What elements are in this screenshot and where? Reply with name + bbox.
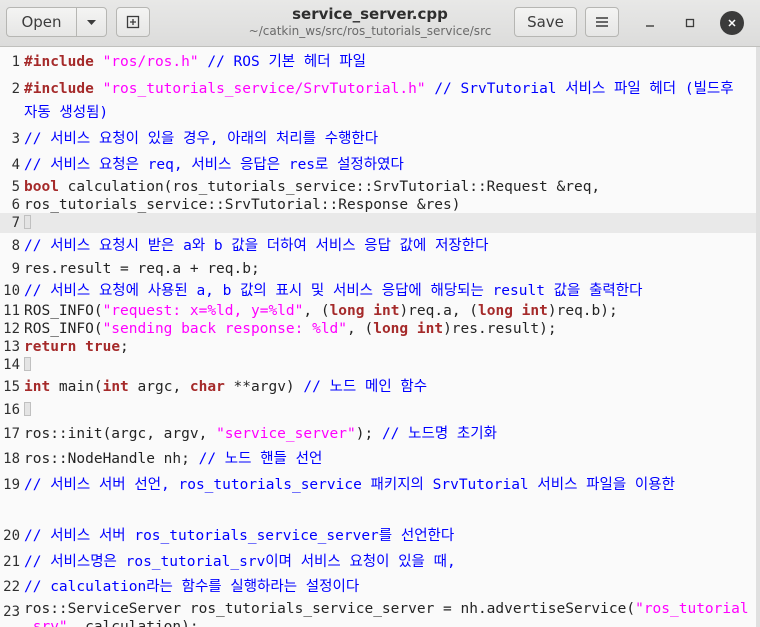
code-line[interactable]: 2 #include "ros_tutorials_service/SrvTuto… <box>0 77 756 125</box>
code-text <box>24 400 750 420</box>
minimize-icon <box>646 25 654 27</box>
close-button[interactable] <box>720 11 744 35</box>
code-line[interactable]: 20// 서비스 서버 ros_tutorials_service_server… <box>0 524 756 548</box>
line-number: 19 <box>3 477 20 493</box>
line-number: 8 <box>11 238 20 254</box>
line-number: 5 <box>11 179 20 195</box>
minimize-button[interactable] <box>638 11 662 35</box>
code-line[interactable]: 8// 서비스 요청시 받은 a와 b 값을 더하여 서비스 응답 값에 저장한… <box>0 234 756 258</box>
close-icon <box>728 19 736 27</box>
maximize-icon <box>685 18 695 28</box>
hamburger-menu-icon <box>596 17 608 27</box>
vertical-scrollbar[interactable] <box>756 47 760 627</box>
window-title: service_server.cpp ~/catkin_ws/src/ros_t… <box>200 5 540 39</box>
maximize-button[interactable] <box>678 11 702 35</box>
save-button-label: Save <box>527 13 564 31</box>
bracket-match-highlight <box>24 402 31 416</box>
code-text: #include "ros/ros.h" // ROS 기본 헤더 파일 <box>24 54 366 70</box>
line-number: 2 <box>11 81 20 97</box>
code-line[interactable]: 15 int main(int argc, char **argv) // 노드 … <box>0 376 756 398</box>
code-line[interactable]: 16 <box>0 400 756 420</box>
code-line[interactable]: 13 return true; <box>0 338 756 356</box>
code-line[interactable]: 6 ros_tutorials_service::SrvTutorial::Res… <box>0 196 756 214</box>
code-text: // 서비스 요청이 있을 경우, 아래의 처리를 수행한다 <box>24 131 379 147</box>
code-text: // 서비스 서버 선언, ros_tutorials_service 패키지의… <box>24 477 675 493</box>
line-number: 11 <box>3 303 20 319</box>
line-number: 20 <box>3 528 20 544</box>
open-button-group: Open <box>6 7 107 37</box>
line-number: 1 <box>11 54 20 70</box>
code-line[interactable]: 11 ROS_INFO("request: x=%ld, y=%ld", (lon… <box>0 302 756 320</box>
line-number: 6 <box>11 197 20 213</box>
code-text: int main(int argc, char **argv) // 노드 메인… <box>24 379 428 395</box>
code-text: ros::NodeHandle nh; // 노드 핸들 선언 <box>24 451 323 467</box>
code-text: return true; <box>24 339 129 355</box>
line-number: 3 <box>11 131 20 147</box>
line-number: 10 <box>3 283 20 299</box>
line-number: 17 <box>3 426 20 442</box>
line-number: 15 <box>3 379 20 395</box>
line-number: 23 <box>3 604 20 620</box>
line-number: 13 <box>3 339 20 355</box>
save-button[interactable]: Save <box>514 7 577 37</box>
menu-button[interactable] <box>585 7 619 37</box>
code-text: res.result = req.a + req.b; <box>24 261 260 277</box>
code-text: // 서비스 서버 ros_tutorials_service_server를 … <box>24 528 455 544</box>
new-document-button[interactable] <box>116 7 150 37</box>
code-text: // 서비스명은 ros_tutorial_srv이며 서비스 요청이 있을 때… <box>24 554 456 570</box>
file-name: service_server.cpp <box>292 5 448 23</box>
code-line[interactable]: 14 <box>0 356 756 374</box>
code-line[interactable]: 19// 서비스 서버 선언, ros_tutorials_service 패키… <box>0 473 756 521</box>
code-text: // 서비스 요청시 받은 a와 b 값을 더하여 서비스 응답 값에 저장한다 <box>24 238 489 254</box>
bracket-match-highlight <box>24 357 31 371</box>
code-line[interactable]: 18 ros::NodeHandle nh; // 노드 핸들 선언 <box>0 448 756 470</box>
line-number: 9 <box>11 261 20 277</box>
code-text <box>24 213 750 233</box>
open-menu-button[interactable] <box>76 7 107 37</box>
code-text: // 서비스 요청에 사용된 a, b 값의 표시 및 서비스 응답에 해당되는… <box>24 283 643 299</box>
open-button-label: Open <box>21 13 62 31</box>
code-line[interactable]: 10// 서비스 요청에 사용된 a, b 값의 표시 및 서비스 응답에 해당… <box>0 280 756 302</box>
line-number: 4 <box>11 157 20 173</box>
code-line[interactable]: 1 #include "ros/ros.h" // ROS 기본 헤더 파일 <box>0 51 756 73</box>
code-text: ROS_INFO("sending back response: %ld", (… <box>24 321 557 337</box>
code-line[interactable]: 23 ros::ServiceServer ros_tutorials_servi… <box>0 600 756 627</box>
file-path: ~/catkin_ws/src/ros_tutorials_service/sr… <box>248 24 492 38</box>
code-text: // 서비스 요청은 req, 서비스 응답은 res로 설정하였다 <box>24 157 404 173</box>
text-cursor <box>24 215 31 229</box>
code-text: // calculation라는 함수를 실행하라는 설정이다 <box>24 579 360 595</box>
code-line[interactable]: 4// 서비스 요청은 req, 서비스 응답은 res로 설정하였다 <box>0 154 756 176</box>
line-number: 14 <box>3 357 20 373</box>
new-document-icon <box>126 15 140 29</box>
header-bar: Open service_server.cpp ~/catkin_ws/src/… <box>0 0 760 47</box>
code-line[interactable]: 5 bool calculation(ros_tutorials_service:… <box>0 178 756 196</box>
line-number: 22 <box>3 579 20 595</box>
line-number: 12 <box>3 321 20 337</box>
chevron-down-icon <box>87 19 96 25</box>
code-line[interactable]: 22// calculation라는 함수를 실행하라는 설정이다 <box>0 576 756 598</box>
code-line[interactable]: 21// 서비스명은 ros_tutorial_srv이며 서비스 요청이 있을… <box>0 550 756 574</box>
code-text: ros_tutorials_service::SrvTutorial::Resp… <box>24 197 461 213</box>
code-text: #include "ros_tutorials_service/SrvTutor… <box>24 81 743 121</box>
text-editor[interactable]: 1 #include "ros/ros.h" // ROS 기본 헤더 파일 2 #i… <box>0 47 756 627</box>
code-text: ROS_INFO("request: x=%ld, y=%ld", (long … <box>24 303 618 319</box>
open-button[interactable]: Open <box>6 7 77 37</box>
code-line[interactable]: 9 res.result = req.a + req.b; <box>0 258 756 280</box>
code-text: ros::init(argc, argv, "service_server");… <box>24 426 497 442</box>
line-number: 16 <box>3 402 20 418</box>
code-text <box>24 356 750 374</box>
code-line[interactable]: 7 <box>0 213 756 233</box>
code-line[interactable]: 12 ROS_INFO("sending back response: %ld",… <box>0 320 756 338</box>
code-text: ros::ServiceServer ros_tutorials_service… <box>24 601 749 627</box>
code-text: bool calculation(ros_tutorials_service::… <box>24 179 601 195</box>
line-number: 21 <box>3 554 20 570</box>
code-line[interactable]: 3// 서비스 요청이 있을 경우, 아래의 처리를 수행한다 <box>0 128 756 150</box>
line-number: 7 <box>11 215 20 231</box>
line-number: 18 <box>3 451 20 467</box>
code-line[interactable]: 17 ros::init(argc, argv, "service_server"… <box>0 422 756 446</box>
